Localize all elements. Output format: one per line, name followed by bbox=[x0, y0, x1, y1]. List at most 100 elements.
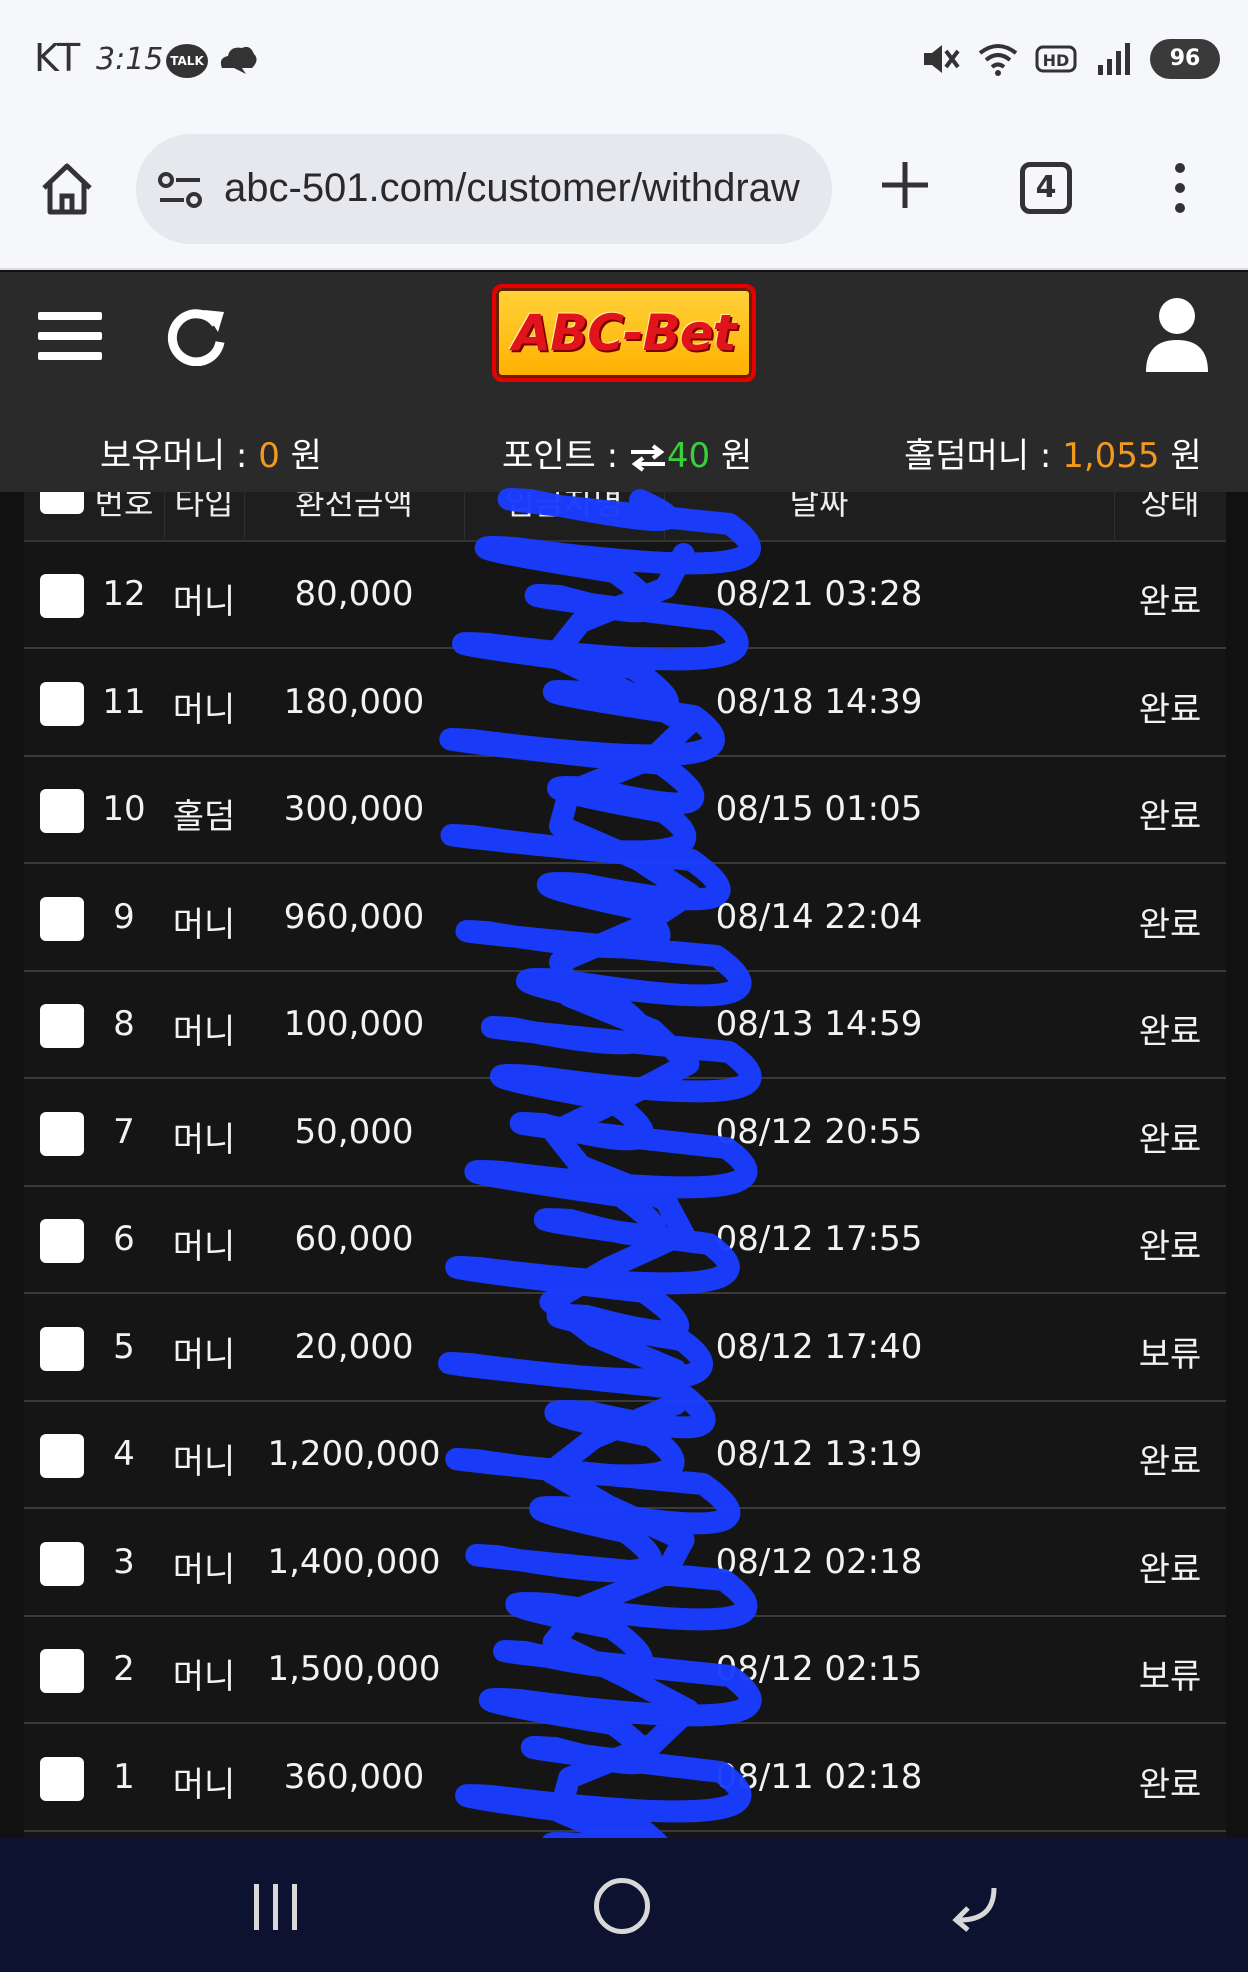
cell-type: 홀덤 bbox=[172, 797, 236, 837]
home-icon[interactable] bbox=[38, 160, 96, 218]
table-row[interactable]: 7 머니 50,000 08/12 20:55 완료 bbox=[24, 1080, 1226, 1187]
cell-status: 완료 bbox=[1138, 1227, 1202, 1267]
cell-status: 완료 bbox=[1138, 904, 1202, 945]
header-status: 상태 bbox=[1140, 492, 1200, 522]
money-balance: 보유머니 : 0 원 bbox=[100, 436, 322, 476]
signal-icon bbox=[1098, 43, 1130, 75]
kakaotalk-icon: TALK bbox=[166, 44, 208, 78]
cell-status: 완료 bbox=[1138, 1764, 1202, 1805]
clock: 3:15 bbox=[96, 42, 164, 77]
points-balance[interactable]: 포인트 : 40 원 bbox=[502, 428, 752, 477]
row-checkbox[interactable] bbox=[40, 1219, 84, 1263]
cell-no: 8 bbox=[113, 1004, 135, 1044]
table-row[interactable]: 9 머니 960,000 08/14 22:04 완료 bbox=[24, 865, 1226, 972]
header-date: 날짜 bbox=[789, 492, 849, 522]
header-type: 타입 bbox=[174, 492, 234, 522]
address-bar[interactable]: abc-501.com/customer/withdraw bbox=[136, 134, 832, 244]
recent-apps-icon[interactable] bbox=[250, 1882, 302, 1932]
table-row[interactable]: 1 머니 360,000 08/11 02:18 완료 bbox=[24, 1725, 1226, 1832]
holdem-value: 1,055 bbox=[1062, 436, 1160, 476]
menu-icon[interactable] bbox=[38, 308, 102, 364]
row-checkbox[interactable] bbox=[40, 1541, 84, 1586]
cell-amount: 50,000 bbox=[294, 1111, 414, 1152]
home-button[interactable] bbox=[594, 1878, 650, 1934]
table-row[interactable]: 5 머니 20,000 08/12 17:40 보류 bbox=[24, 1295, 1226, 1402]
cell-status: 완료 bbox=[1138, 582, 1202, 622]
row-checkbox[interactable] bbox=[40, 1434, 84, 1478]
table-row[interactable]: 6 머니 60,000 08/12 17:55 완료 bbox=[24, 1187, 1226, 1294]
cell-type: 머니 bbox=[172, 1119, 236, 1160]
browser-toolbar: abc-501.com/customer/withdraw 4 bbox=[0, 120, 1248, 270]
cell-no: 12 bbox=[102, 574, 146, 614]
cell-type: 머니 bbox=[172, 1227, 236, 1267]
row-checkbox[interactable] bbox=[40, 1649, 84, 1693]
status-bar: KT 3:15 TALK HD 96 bbox=[0, 0, 1248, 120]
cell-no: 1 bbox=[113, 1756, 135, 1797]
cell-date: 08/21 03:28 bbox=[715, 574, 923, 614]
cell-type: 머니 bbox=[172, 1012, 236, 1052]
cell-date: 08/14 22:04 bbox=[715, 896, 923, 937]
status-icons: HD 96 bbox=[918, 36, 1220, 82]
cell-no: 4 bbox=[113, 1434, 135, 1474]
cell-type: 머니 bbox=[172, 1334, 236, 1375]
tabs-icon[interactable]: 4 bbox=[1020, 162, 1072, 214]
table-row[interactable]: 11 머니 180,000 08/18 14:39 완료 bbox=[24, 650, 1226, 757]
mute-icon bbox=[924, 45, 960, 73]
table-row[interactable]: 8 머니 100,000 08/13 14:59 완료 bbox=[24, 972, 1226, 1079]
cell-status: 완료 bbox=[1138, 689, 1202, 730]
row-checkbox[interactable] bbox=[40, 1326, 84, 1371]
cell-status: 완료 bbox=[1138, 1442, 1202, 1482]
row-checkbox[interactable] bbox=[40, 896, 84, 941]
swap-icon[interactable] bbox=[629, 443, 667, 472]
cell-date: 08/12 17:40 bbox=[715, 1326, 923, 1367]
cell-date: 08/13 14:59 bbox=[715, 1004, 923, 1044]
svg-text:HD: HD bbox=[1043, 51, 1070, 70]
table-row[interactable]: 2 머니 1,500,000 08/12 02:15 보류 bbox=[24, 1617, 1226, 1724]
select-all-checkbox[interactable] bbox=[40, 492, 84, 514]
cell-type: 머니 bbox=[172, 1657, 236, 1697]
cell-no: 10 bbox=[102, 789, 146, 829]
back-icon[interactable] bbox=[946, 1882, 1002, 1932]
row-checkbox[interactable] bbox=[40, 1004, 84, 1048]
site-header: ABC-Bet bbox=[0, 272, 1248, 412]
cloud-icon bbox=[220, 46, 257, 74]
url-text: abc-501.com/customer/withdraw bbox=[224, 166, 800, 210]
withdraw-history-table: 번호 타입 환전금액 입금자명 날짜 상태 12 머니 80,000 08/21 03… bbox=[24, 492, 1226, 1838]
site-logo[interactable]: ABC-Bet bbox=[492, 284, 756, 382]
cell-date: 08/12 02:18 bbox=[715, 1541, 923, 1582]
row-checkbox[interactable] bbox=[40, 1111, 84, 1156]
cell-no: 11 bbox=[102, 681, 146, 722]
table-row[interactable]: 12 머니 80,000 08/21 03:28 완료 bbox=[24, 542, 1226, 649]
cell-date: 08/12 02:15 bbox=[715, 1649, 923, 1689]
refresh-icon[interactable] bbox=[166, 304, 228, 366]
balance-bar: 보유머니 : 0 원 포인트 : 40 원 홀덤머니 : 1,055 원 bbox=[0, 412, 1248, 492]
row-checkbox[interactable] bbox=[40, 789, 84, 833]
row-checkbox[interactable] bbox=[40, 1756, 84, 1801]
more-vert-icon[interactable] bbox=[1168, 160, 1192, 216]
cell-date: 08/12 20:55 bbox=[715, 1111, 923, 1152]
cell-status: 완료 bbox=[1138, 1119, 1202, 1160]
row-checkbox[interactable] bbox=[40, 681, 84, 726]
hd-icon: HD bbox=[1035, 45, 1077, 73]
cell-type: 머니 bbox=[172, 904, 236, 945]
header-amount: 환전금액 bbox=[295, 492, 413, 522]
user-icon[interactable] bbox=[1144, 296, 1210, 374]
site-settings-icon[interactable] bbox=[156, 170, 204, 210]
table-row[interactable]: 10 홀덤 300,000 08/15 01:05 완료 bbox=[24, 757, 1226, 864]
header-depositor: 입금자명 bbox=[505, 492, 623, 522]
cell-amount: 1,400,000 bbox=[267, 1541, 441, 1582]
row-checkbox[interactable] bbox=[40, 574, 84, 618]
cell-status: 보류 bbox=[1138, 1334, 1202, 1375]
cell-date: 08/11 02:18 bbox=[715, 1756, 923, 1797]
cell-amount: 60,000 bbox=[294, 1219, 414, 1259]
plus-icon[interactable] bbox=[878, 158, 932, 212]
table-row[interactable]: 4 머니 1,200,000 08/12 13:19 완료 bbox=[24, 1402, 1226, 1509]
money-value: 0 bbox=[258, 436, 280, 476]
cell-status: 완료 bbox=[1138, 1549, 1202, 1590]
cell-no: 6 bbox=[113, 1219, 135, 1259]
battery-icon: 96 bbox=[1150, 39, 1220, 79]
table-row[interactable]: 3 머니 1,400,000 08/12 02:18 완료 bbox=[24, 1510, 1226, 1617]
cell-status: 완료 bbox=[1138, 797, 1202, 837]
cell-type: 머니 bbox=[172, 1442, 236, 1482]
carrier-name: KT bbox=[34, 36, 82, 80]
